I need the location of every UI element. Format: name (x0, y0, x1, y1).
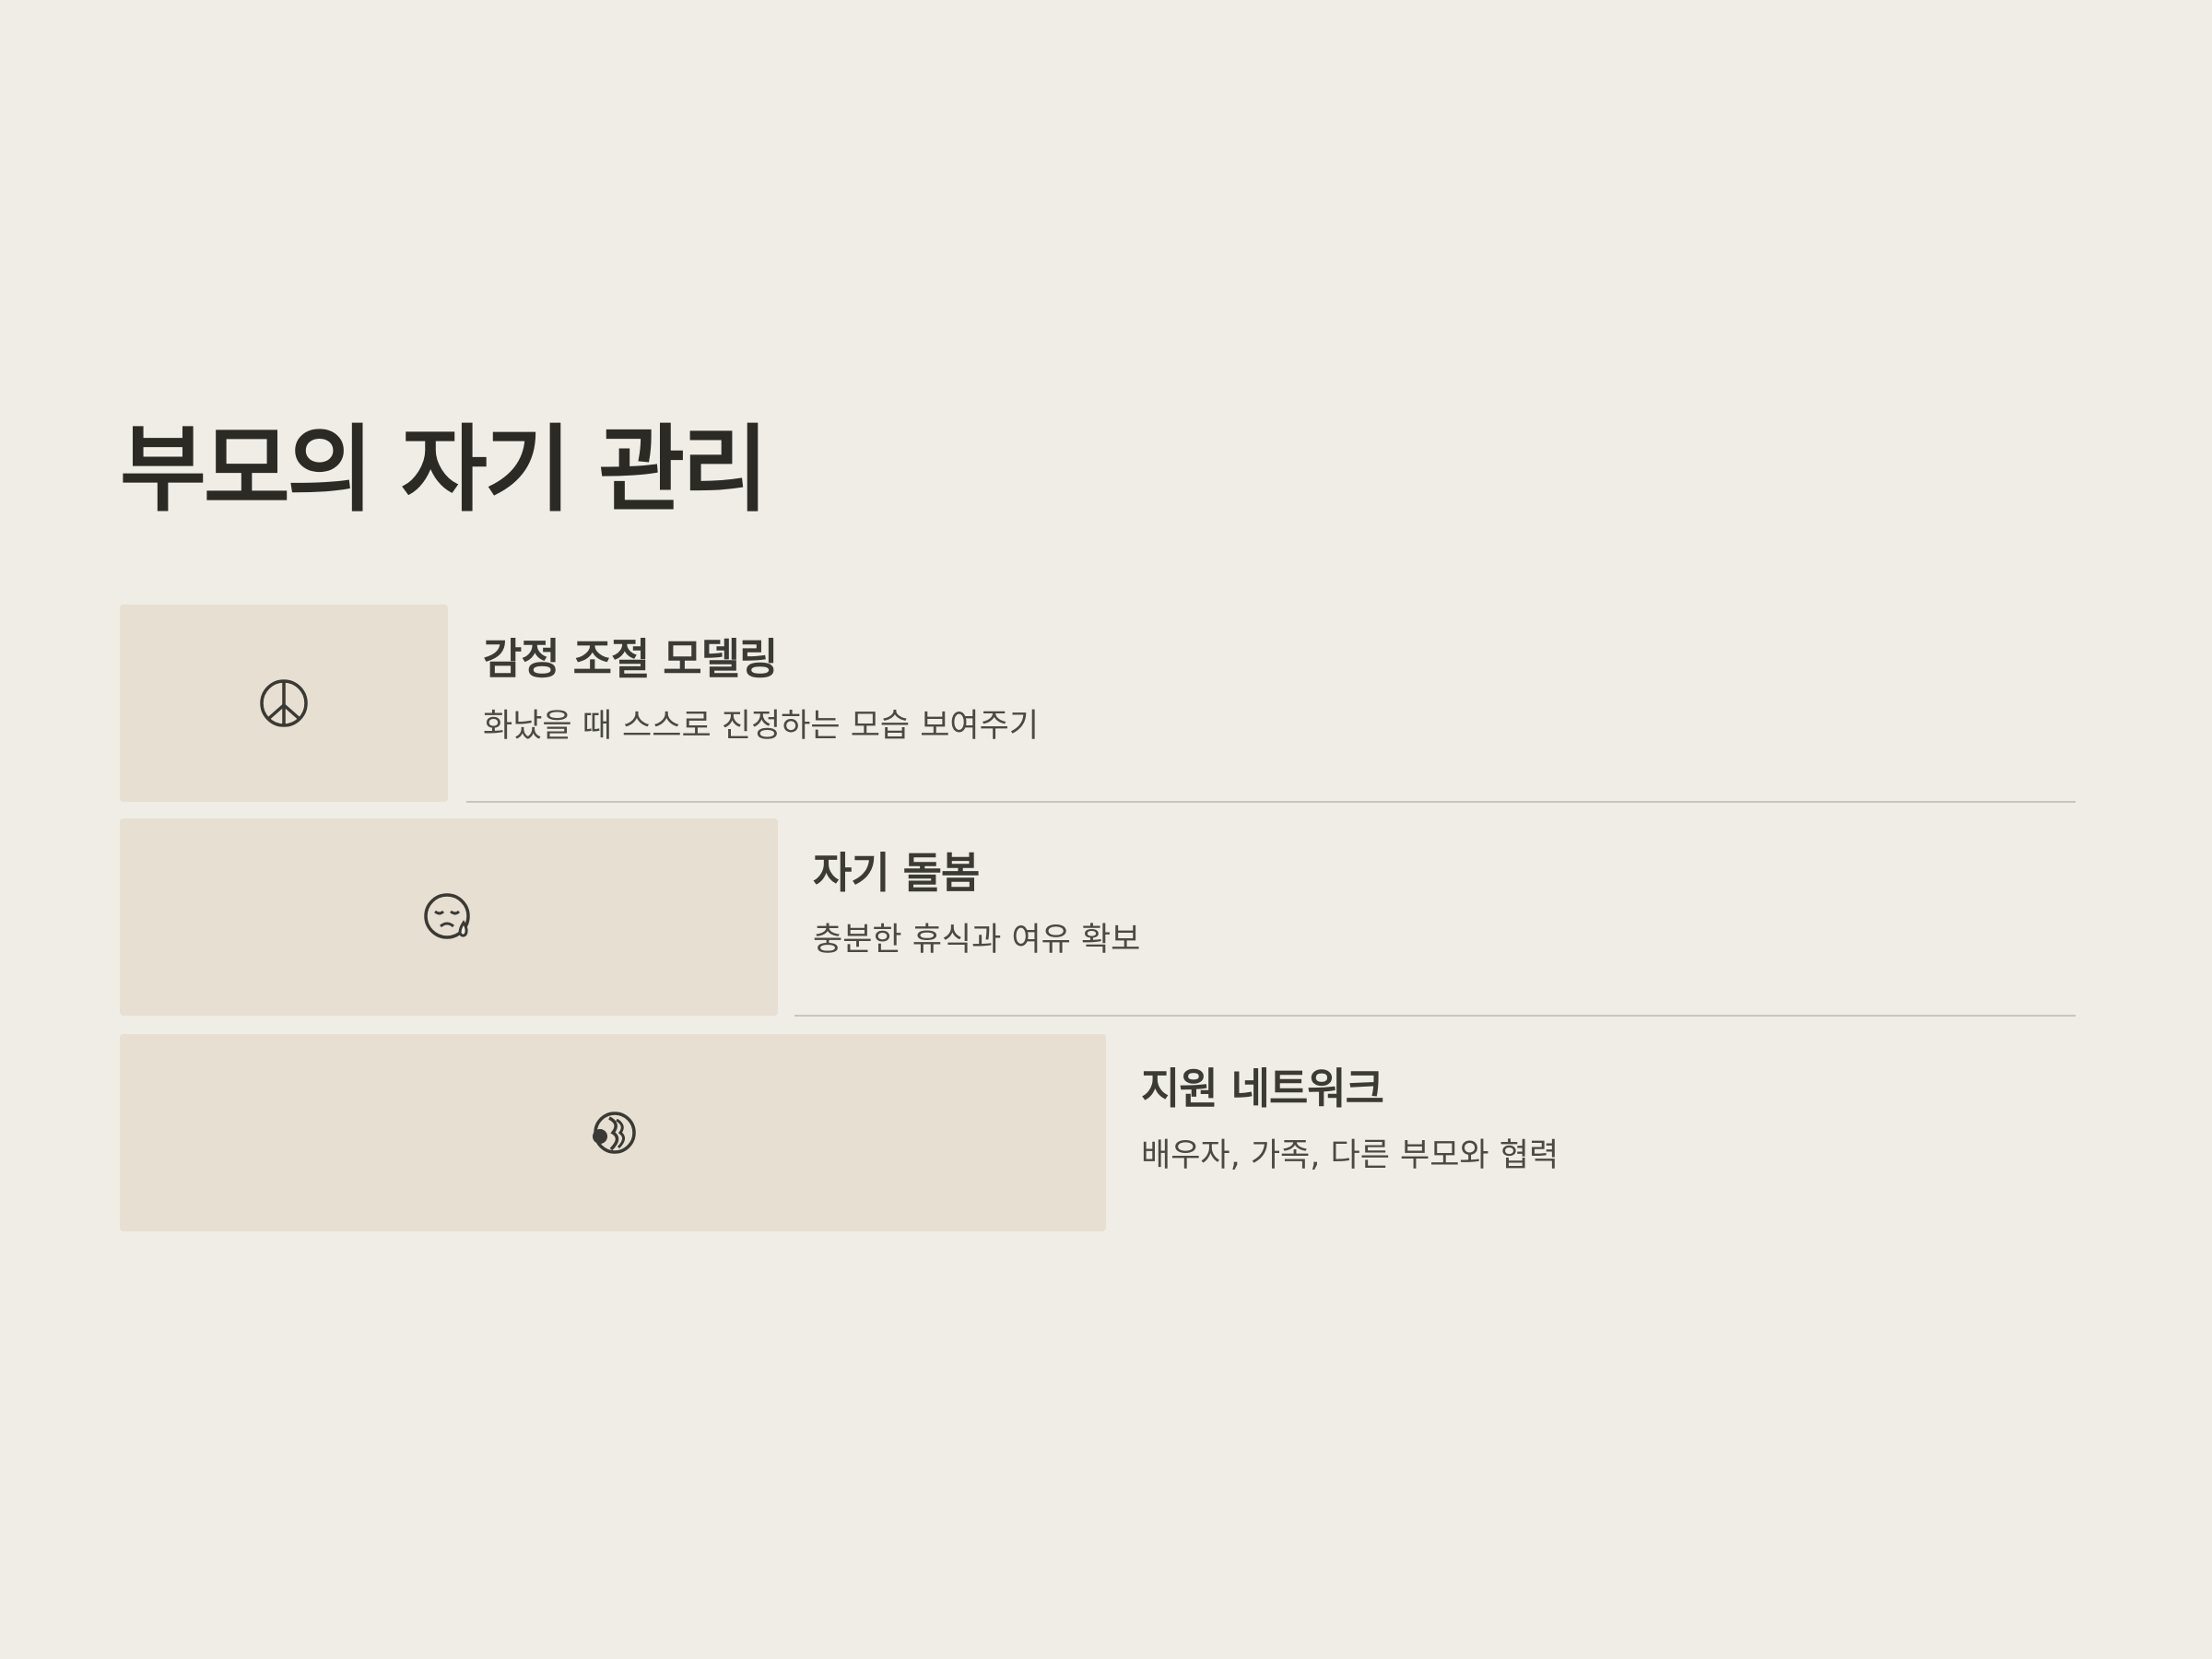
sleepy-face-icon (424, 893, 470, 939)
list-item-emotion-regulation: 감정 조절 모델링 화났을 때 스스로 진정하는 모습 보여주기 (120, 605, 2076, 803)
item-text: 지원 네트워크 배우자, 가족, 다른 부모와 협력 (1141, 1064, 1559, 1175)
list-item-support-network: 지원 네트워크 배우자, 가족, 다른 부모와 협력 (120, 1034, 2076, 1231)
people-hugging-icon (593, 1112, 636, 1154)
item-description: 화났을 때 스스로 진정하는 모습 보여주기 (483, 708, 1040, 746)
slide: 부모의 자기 관리 감정 조절 모델링 화났을 때 스스로 진정하는 모습 보여… (0, 0, 2212, 1659)
list-item-self-care: 자기 돌봄 충분한 휴식과 여유 확보 (120, 818, 2076, 1017)
icon-box (120, 605, 448, 802)
divider (466, 801, 2076, 803)
divider (794, 1015, 2076, 1017)
item-description: 배우자, 가족, 다른 부모와 협력 (1141, 1137, 1559, 1175)
icon-box (120, 818, 778, 1016)
peace-icon (260, 679, 308, 727)
page-title: 부모의 자기 관리 (120, 416, 769, 525)
icon-box (120, 1034, 1106, 1231)
item-title: 자기 돌봄 (813, 848, 980, 898)
item-title: 감정 조절 모델링 (483, 634, 778, 684)
item-description: 충분한 휴식과 여유 확보 (813, 922, 1141, 959)
item-text: 감정 조절 모델링 화났을 때 스스로 진정하는 모습 보여주기 (483, 634, 1039, 746)
item-title: 지원 네트워크 (1141, 1064, 1384, 1113)
item-text: 자기 돌봄 충분한 휴식과 여유 확보 (813, 848, 1140, 959)
